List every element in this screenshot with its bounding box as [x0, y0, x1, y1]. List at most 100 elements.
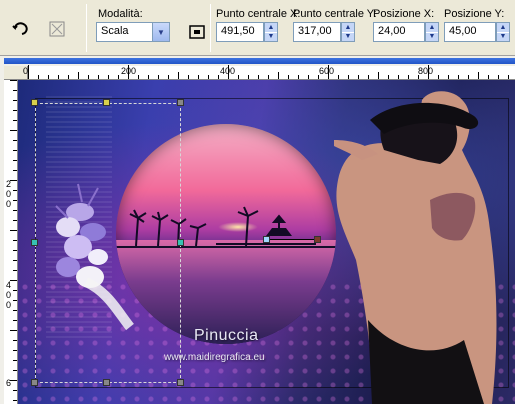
pos-x-label: Posizione X:: [373, 8, 435, 20]
chevron-down-icon[interactable]: ▼: [152, 23, 169, 41]
ruler-tick: [138, 75, 139, 79]
ruler-tick: [338, 75, 339, 79]
ruler-tick: [68, 75, 69, 79]
ruler-tick: [248, 75, 249, 79]
ruler-tick: [298, 75, 299, 79]
deform-handle-bottom-left[interactable]: [31, 379, 38, 386]
spin-down-icon[interactable]: ▼: [265, 33, 277, 42]
mode-select[interactable]: Scala ▼: [96, 22, 170, 42]
spin-up-icon[interactable]: ▲: [497, 23, 509, 33]
pos-y-label: Posizione Y:: [444, 8, 505, 20]
ruler-tick: [13, 170, 17, 171]
center-y-label: Punto centrale Y:: [293, 8, 377, 20]
ruler-tick: [13, 220, 17, 221]
ruler-tick: [13, 210, 17, 211]
ruler-tick: [13, 190, 17, 191]
center-y-input[interactable]: 317,00: [293, 22, 341, 42]
ruler-left: 2 0 0 4 0 0 6: [4, 80, 18, 404]
deform-handle-bottom-right[interactable]: [177, 379, 184, 386]
ruler-tick: [408, 75, 409, 79]
ruler-tick: [10, 230, 17, 231]
ruler-tick: [13, 90, 17, 91]
watermark-name: Pinuccia: [194, 327, 259, 344]
ruler-top: 0 200 400 600 800: [23, 65, 515, 80]
ruler-tick: [348, 75, 349, 79]
pos-y-spinner[interactable]: ▲ ▼: [496, 22, 510, 42]
ruler-left-label: 0: [6, 189, 12, 199]
ruler-tick: [10, 280, 17, 281]
ruler-tick: [368, 75, 369, 79]
reset-icon[interactable]: [46, 18, 68, 40]
ruler-tick: [498, 75, 499, 79]
spin-down-icon[interactable]: ▼: [497, 33, 509, 42]
ruler-tick: [13, 260, 17, 261]
ruler-tick: [488, 75, 489, 79]
ruler-tick: [428, 65, 429, 79]
deform-rotation-handle[interactable]: [314, 236, 321, 243]
woman-figure-image: [334, 91, 497, 404]
ruler-tick: [10, 130, 17, 131]
ruler-tick: [508, 75, 509, 79]
ruler-tick: [188, 75, 189, 79]
deform-handle-bottom-center[interactable]: [103, 379, 110, 386]
pos-x-input[interactable]: 24,00: [373, 22, 425, 42]
ruler-left-label: 4: [6, 280, 12, 290]
center-x-input[interactable]: 491,50: [216, 22, 264, 42]
center-x-spinner[interactable]: ▲ ▼: [264, 22, 278, 42]
mode-select-value: Scala: [101, 25, 129, 37]
ruler-tick: [13, 390, 17, 391]
ruler-tick: [13, 160, 17, 161]
deform-bounding-box[interactable]: [35, 103, 181, 383]
spin-down-icon[interactable]: ▼: [426, 33, 438, 42]
center-x-label: Punto centrale X:: [216, 8, 301, 20]
ruler-tick: [13, 350, 17, 351]
ruler-tick: [13, 100, 17, 101]
ruler-tick: [13, 360, 17, 361]
deform-handle-top-right[interactable]: [177, 99, 184, 106]
pos-y-input[interactable]: 45,00: [444, 22, 496, 42]
ruler-tick: [13, 270, 17, 271]
spin-down-icon[interactable]: ▼: [342, 33, 354, 42]
ruler-tick: [178, 72, 179, 79]
ruler-tick: [38, 75, 39, 79]
deform-handle-mid-right[interactable]: [177, 239, 184, 246]
spin-up-icon[interactable]: ▲: [342, 23, 354, 33]
center-y-spinner[interactable]: ▲ ▼: [341, 22, 355, 42]
ruler-tick: [458, 75, 459, 79]
ruler-tick: [13, 240, 17, 241]
ruler-tick: [13, 150, 17, 151]
ruler-tick: [268, 75, 269, 79]
spin-up-icon[interactable]: ▲: [426, 23, 438, 33]
deform-pivot-point[interactable]: [263, 236, 270, 243]
ruler-tick: [328, 65, 329, 79]
ruler-tick: [378, 72, 379, 79]
ruler-tick: [13, 370, 17, 371]
ruler-tick: [13, 140, 17, 141]
ruler-tick: [98, 75, 99, 79]
ruler-tick: [108, 75, 109, 79]
ruler-tick: [198, 75, 199, 79]
ruler-tick: [13, 250, 17, 251]
ruler-left-label: 0: [6, 290, 12, 300]
ruler-tick: [418, 75, 419, 79]
spin-up-icon[interactable]: ▲: [265, 23, 277, 33]
deform-handle-top-left[interactable]: [31, 99, 38, 106]
deform-handle-mid-left[interactable]: [31, 239, 38, 246]
ruler-tick: [278, 72, 279, 79]
center-pivot-icon[interactable]: [186, 21, 208, 43]
ruler-left-label: 0: [6, 300, 12, 310]
ruler-tick: [118, 75, 119, 79]
ruler-tick: [10, 380, 17, 381]
ruler-tick: [288, 75, 289, 79]
ruler-tick: [258, 75, 259, 79]
tool-options-toolbar: Modalità: Scala ▼ Punto centrale X: 491,…: [0, 0, 515, 56]
ruler-tick: [208, 75, 209, 79]
ruler-tick: [318, 75, 319, 79]
ruler-tick: [218, 75, 219, 79]
undo-icon[interactable]: [10, 18, 32, 40]
deform-handle-top-center[interactable]: [103, 99, 110, 106]
ruler-tick: [228, 65, 229, 79]
ruler-tick: [10, 180, 17, 181]
pos-x-spinner[interactable]: ▲ ▼: [425, 22, 439, 42]
ruler-tick: [308, 75, 309, 79]
